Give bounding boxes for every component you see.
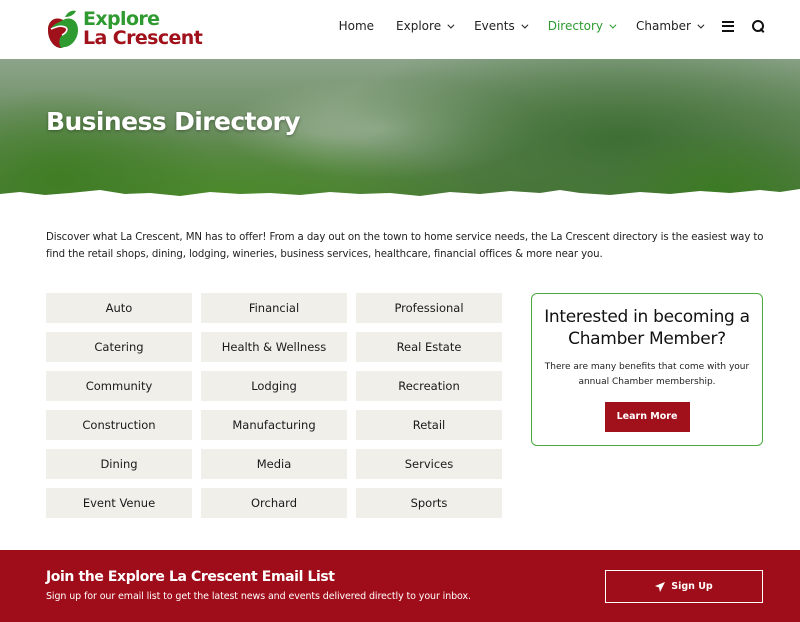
category-lodging[interactable]: Lodging bbox=[201, 371, 347, 401]
intro-text: Discover what La Crescent, MN has to off… bbox=[46, 232, 764, 260]
category-retail[interactable]: Retail bbox=[356, 410, 502, 440]
hamburger-bar bbox=[722, 20, 734, 23]
chevron-down-icon bbox=[521, 21, 529, 29]
nav-item-chamber[interactable]: Chamber bbox=[636, 19, 705, 33]
page-title: Business Directory bbox=[46, 107, 301, 136]
email-list-title: Join the Explore La Crescent Email List bbox=[46, 569, 335, 585]
site-header: Explore La Crescent Home Explore Events … bbox=[0, 0, 800, 59]
category-auto[interactable]: Auto bbox=[46, 293, 192, 323]
logo-line-2: La Crescent bbox=[83, 27, 203, 49]
nav-label: Chamber bbox=[636, 19, 691, 33]
category-dining[interactable]: Dining bbox=[46, 449, 192, 479]
main-nav: Home Explore Events Directory Chamber bbox=[317, 19, 764, 33]
category-professional[interactable]: Professional bbox=[356, 293, 502, 323]
hamburger-icon[interactable] bbox=[722, 20, 734, 32]
search-icon[interactable] bbox=[752, 20, 764, 32]
card-title: Interested in becoming a Chamber Member? bbox=[544, 307, 750, 349]
hamburger-bar bbox=[722, 25, 734, 27]
category-health-wellness[interactable]: Health & Wellness bbox=[201, 332, 347, 362]
sign-up-button[interactable]: Sign Up bbox=[605, 570, 763, 603]
email-list-subtitle: Sign up for our email list to get the la… bbox=[46, 591, 471, 602]
torn-paper-edge bbox=[0, 189, 800, 204]
email-signup-banner: Join the Explore La Crescent Email List … bbox=[0, 550, 800, 622]
sign-up-label: Sign Up bbox=[671, 581, 713, 592]
nav-item-explore[interactable]: Explore bbox=[396, 19, 455, 33]
category-media[interactable]: Media bbox=[201, 449, 347, 479]
hamburger-bar bbox=[722, 29, 734, 32]
chevron-down-icon bbox=[697, 21, 705, 29]
nav-item-home[interactable]: Home bbox=[339, 19, 374, 33]
learn-more-button[interactable]: Learn More bbox=[604, 402, 690, 432]
hero-banner: Business Directory bbox=[0, 59, 800, 204]
nav-label: Home bbox=[338, 19, 375, 33]
nav-item-directory[interactable]: Directory bbox=[547, 19, 617, 33]
card-text: There are many benefits that come with y… bbox=[544, 362, 750, 387]
category-grid: Auto Financial Professional Catering Hea… bbox=[46, 293, 502, 518]
nav-item-events[interactable]: Events bbox=[474, 19, 529, 33]
chevron-down-icon bbox=[609, 21, 617, 29]
category-services[interactable]: Services bbox=[356, 449, 502, 479]
nav-label: Directory bbox=[547, 19, 604, 33]
category-real-estate[interactable]: Real Estate bbox=[356, 332, 502, 362]
category-manufacturing[interactable]: Manufacturing bbox=[201, 410, 347, 440]
logo-wordmark: Explore La Crescent bbox=[83, 10, 203, 49]
site-logo[interactable]: Explore La Crescent bbox=[46, 8, 203, 50]
category-construction[interactable]: Construction bbox=[46, 410, 192, 440]
category-community[interactable]: Community bbox=[46, 371, 192, 401]
nav-label: Events bbox=[474, 19, 515, 33]
category-financial[interactable]: Financial bbox=[201, 293, 347, 323]
chamber-member-card: Interested in becoming a Chamber Member?… bbox=[531, 293, 763, 446]
category-sports[interactable]: Sports bbox=[356, 488, 502, 518]
chevron-down-icon bbox=[447, 21, 455, 29]
category-event-venue[interactable]: Event Venue bbox=[46, 488, 192, 518]
apple-logo-icon bbox=[48, 10, 78, 48]
category-recreation[interactable]: Recreation bbox=[356, 371, 502, 401]
paper-plane-icon bbox=[655, 581, 666, 592]
category-orchard[interactable]: Orchard bbox=[201, 488, 347, 518]
nav-label: Explore bbox=[396, 19, 442, 33]
category-catering[interactable]: Catering bbox=[46, 332, 192, 362]
